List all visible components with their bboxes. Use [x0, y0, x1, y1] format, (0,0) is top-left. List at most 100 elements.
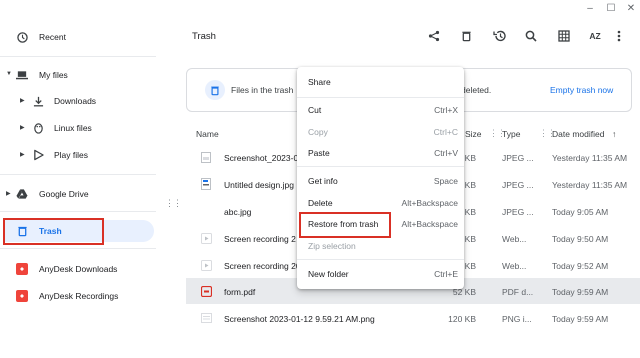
menu-item-delete[interactable]: Delete Alt+Backspace [297, 193, 464, 213]
menu-item-shortcut: Ctrl+C [433, 127, 458, 137]
laptop-icon [16, 69, 28, 81]
sidebar-item-label: Google Drive [39, 189, 89, 199]
file-date: Today 9:59 AM [552, 287, 609, 297]
menu-item-label: Get info [308, 176, 338, 186]
sidebar-item-linux-files[interactable]: ▶ Linux files [4, 117, 154, 139]
column-header-name[interactable]: Name [196, 129, 219, 139]
sidebar-item-label: My files [39, 70, 68, 80]
file-type: JPEG ... [502, 180, 534, 190]
file-type: PNG i... [502, 314, 532, 324]
file-name: Screenshot_2023-0 [224, 153, 299, 163]
file-date: Today 9:50 AM [552, 234, 609, 244]
menu-item-shortcut: Ctrl+V [434, 148, 458, 158]
menu-item-label: Paste [308, 148, 330, 158]
empty-trash-link[interactable]: Empty trash now [550, 85, 613, 95]
menu-item-label: Zip selection [308, 241, 356, 251]
play-store-icon [32, 149, 44, 161]
clock-icon [16, 31, 28, 43]
menu-divider [297, 259, 464, 260]
anydesk-icon [16, 290, 28, 302]
sidebar-resize-handle[interactable]: ⋮⋮ [165, 198, 182, 209]
image-icon [200, 312, 212, 324]
file-name: Screenshot 2023-01-12 9.59.21 AM.png [224, 314, 375, 324]
sidebar-item-label: Linux files [54, 123, 92, 133]
sort-arrow-up-icon[interactable]: ↑ [612, 129, 616, 139]
sidebar-item-anydesk-recordings[interactable]: AnyDesk Recordings [4, 285, 154, 307]
sidebar-item-play-files[interactable]: ▶ Play files [4, 144, 154, 166]
file-name: Screen recording 20 [224, 261, 301, 271]
chevron-right-icon[interactable]: ▶ [20, 124, 25, 131]
menu-item-paste[interactable]: Paste Ctrl+V [297, 143, 464, 163]
sidebar-divider [0, 174, 156, 175]
table-row[interactable]: Screenshot 2023-01-12 9.59.21 AM.png 120… [186, 305, 640, 331]
file-date: Today 9:05 AM [552, 207, 609, 217]
file-type: Web... [502, 261, 527, 271]
download-icon [32, 95, 44, 107]
sidebar-item-my-files[interactable]: ▼ My files [4, 64, 154, 86]
image-icon [200, 205, 212, 217]
delete-icon[interactable] [458, 28, 474, 44]
more-vert-icon[interactable] [611, 28, 627, 44]
close-button[interactable]: ✕ [624, 2, 638, 16]
sidebar-item-label: AnyDesk Recordings [39, 291, 119, 301]
menu-item-label: Delete [308, 198, 333, 208]
linux-penguin-icon [32, 122, 44, 134]
sidebar-item-google-drive[interactable]: ▶ Google Drive [4, 183, 154, 205]
file-date: Today 9:52 AM [552, 261, 609, 271]
menu-item-copy[interactable]: Copy Ctrl+C [297, 122, 464, 142]
file-type: PDF d... [502, 287, 534, 297]
file-date: Today 9:59 AM [552, 314, 609, 324]
trash-icon [205, 80, 225, 100]
file-date: Yesterday 11:35 AM [552, 153, 628, 163]
menu-divider [297, 166, 464, 167]
file-type: Web... [502, 234, 527, 244]
maximize-button[interactable]: ☐ [604, 2, 618, 16]
chevron-down-icon[interactable]: ▼ [6, 71, 12, 77]
minimize-button[interactable]: – [583, 2, 597, 16]
menu-item-share[interactable]: Share [297, 72, 464, 92]
file-name: abc.jpg [224, 207, 252, 217]
file-type: JPEG ... [502, 207, 534, 217]
share-icon[interactable] [426, 28, 442, 44]
menu-item-shortcut: Alt+Backspace [401, 219, 458, 229]
anydesk-icon [16, 263, 28, 275]
sidebar-divider [0, 56, 156, 57]
trash-highlight-box [3, 218, 104, 245]
chevron-right-icon[interactable]: ▶ [20, 151, 25, 158]
column-header-type[interactable]: Type [502, 129, 520, 139]
sort-az-icon[interactable]: AZ [587, 28, 603, 44]
sidebar-item-label: AnyDesk Downloads [39, 264, 118, 274]
menu-item-label: Share [308, 77, 331, 87]
menu-item-new-folder[interactable]: New folder Ctrl+E [297, 264, 464, 284]
restore-highlight-box [299, 212, 391, 238]
image-icon [200, 178, 212, 190]
image-icon [200, 151, 212, 163]
chevron-right-icon[interactable]: ▶ [20, 97, 25, 104]
file-name: form.pdf [224, 287, 256, 297]
video-icon [200, 259, 212, 271]
grid-view-icon[interactable] [556, 28, 572, 44]
file-date: Yesterday 11:35 AM [552, 180, 628, 190]
search-icon[interactable] [523, 28, 539, 44]
google-drive-icon [16, 188, 28, 200]
restore-icon[interactable] [491, 28, 507, 44]
video-icon [200, 232, 212, 244]
sidebar-item-label: Play files [54, 150, 89, 160]
sidebar-item-recent[interactable]: Recent [4, 26, 154, 48]
sidebar-item-label: Recent [39, 32, 66, 42]
sidebar-item-anydesk-downloads[interactable]: AnyDesk Downloads [4, 258, 154, 280]
pdf-icon [200, 285, 212, 297]
menu-divider [297, 97, 464, 98]
column-header-size[interactable]: Size [465, 129, 482, 139]
sidebar-item-downloads[interactable]: ▶ Downloads [4, 90, 154, 112]
sidebar-item-label: Downloads [54, 96, 97, 106]
menu-item-label: New folder [308, 269, 349, 279]
menu-item-shortcut: Ctrl+E [434, 269, 458, 279]
menu-item-get-info[interactable]: Get info Space [297, 171, 464, 191]
menu-item-zip-selection[interactable]: Zip selection [297, 236, 464, 256]
chevron-right-icon[interactable]: ▶ [6, 190, 11, 197]
sidebar: Recent ▼ My files ▶ Downloads ▶ Linux fi… [0, 18, 160, 358]
sidebar-divider [0, 248, 156, 249]
menu-item-cut[interactable]: Cut Ctrl+X [297, 100, 464, 120]
column-header-date[interactable]: Date modified [552, 129, 604, 139]
